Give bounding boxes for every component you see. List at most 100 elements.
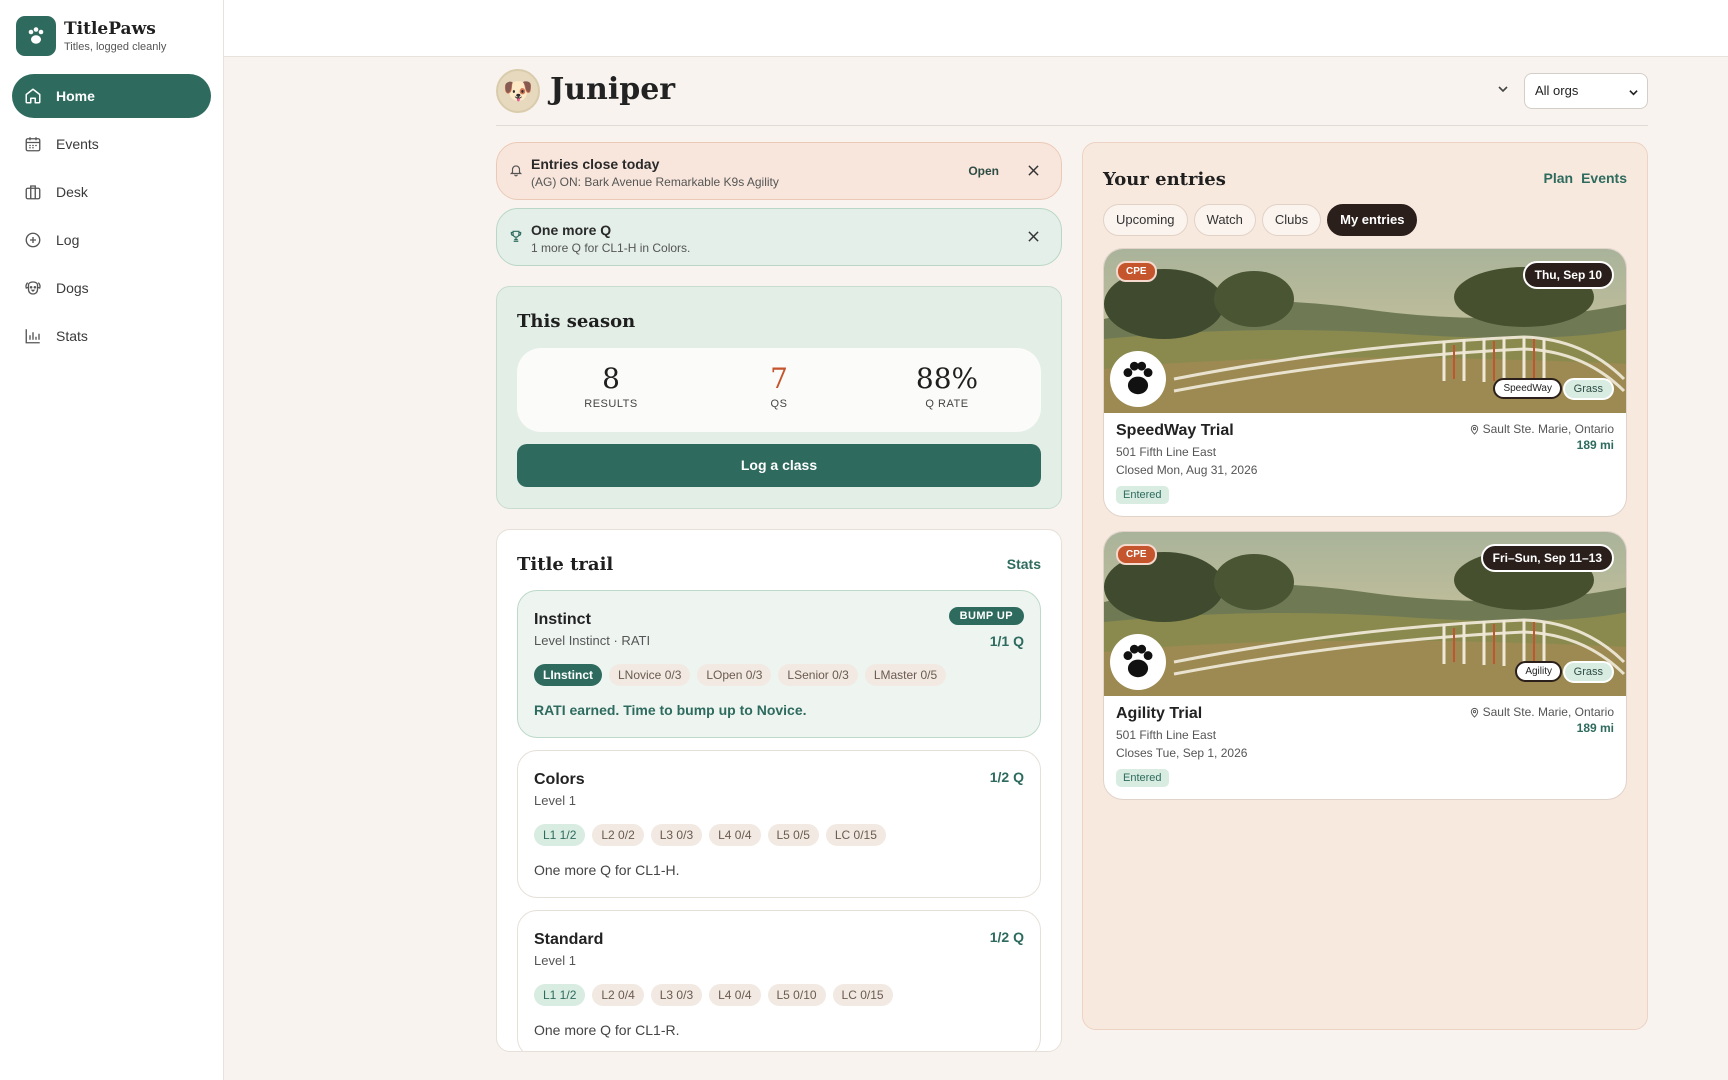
calendar-icon <box>25 137 41 152</box>
org-badge: CPE <box>1116 261 1157 282</box>
brand-name: TitlePaws <box>64 19 156 39</box>
page-title: Juniper <box>550 72 676 107</box>
close-icon[interactable] <box>1028 231 1039 242</box>
entry-closes: Closed Mon, Aug 31, 2026 <box>1116 463 1258 477</box>
bell-icon <box>509 165 523 177</box>
tab-my-entries[interactable]: My entries <box>1327 204 1418 236</box>
season-title: This season <box>517 311 636 332</box>
sidebar-item-events[interactable]: Events <box>12 122 211 166</box>
sidebar-item-dogs[interactable]: Dogs <box>12 266 211 310</box>
close-icon[interactable] <box>1028 165 1039 176</box>
entry-location: Sault Ste. Marie, Ontario <box>1469 705 1614 719</box>
entries-panel: Your entries Plan Events Upcoming Watch C… <box>1082 142 1648 1030</box>
level-chip[interactable]: L5 0/5 <box>767 824 819 846</box>
entry-distance: 189 mi <box>1576 721 1614 735</box>
entry-address: 501 Fifth Line East <box>1116 445 1217 459</box>
sidebar-item-label: Dogs <box>56 280 89 296</box>
alert-open-link[interactable]: Open <box>968 164 999 178</box>
briefcase-icon <box>25 185 41 200</box>
stat-qs: 7 QS <box>719 362 839 410</box>
title-item-standard[interactable]: Standard Level 1 1/2 Q L1 1/2 L2 0/4 L3 … <box>517 910 1041 1051</box>
level-chip[interactable]: L4 0/4 <box>709 984 761 1006</box>
brand[interactable]: TitlePaws Titles, logged cleanly <box>16 16 166 56</box>
level-chips: L1 1/2 L2 0/4 L3 0/3 L4 0/4 L5 0/10 LC 0… <box>534 984 893 1006</box>
org-select-value: All orgs <box>1535 83 1579 98</box>
level-chip[interactable]: LC 0/15 <box>825 824 886 846</box>
title-message: One more Q for CL1-H. <box>534 862 680 878</box>
entry-location: Sault Ste. Marie, Ontario <box>1469 422 1614 436</box>
alert-title: Entries close today <box>531 156 660 172</box>
org-badge: CPE <box>1116 544 1157 565</box>
org-select[interactable]: All orgs <box>1524 73 1648 109</box>
tab-upcoming[interactable]: Upcoming <box>1103 204 1188 236</box>
title-q-count: 1/2 Q <box>989 769 1024 785</box>
home-icon <box>25 88 41 104</box>
map-pin-icon <box>1470 424 1478 435</box>
date-badge: Thu, Sep 10 <box>1522 261 1614 289</box>
trail-title: Title trail <box>517 554 614 575</box>
level-chip[interactable]: LNovice 0/3 <box>609 664 691 686</box>
sidebar-item-home[interactable]: Home <box>12 74 211 118</box>
entry-card[interactable]: CPE Thu, Sep 10 SpeedWay Grass SpeedWay … <box>1103 248 1627 517</box>
tab-watch[interactable]: Watch <box>1193 204 1256 236</box>
stat-value: 8 <box>602 362 620 395</box>
sidebar-nav: Home Events Desk Log Dogs Stats <box>12 74 211 362</box>
level-chip[interactable]: LOpen 0/3 <box>697 664 772 686</box>
entry-closes: Closes Tue, Sep 1, 2026 <box>1116 746 1248 760</box>
tab-clubs[interactable]: Clubs <box>1261 204 1322 236</box>
alert-entries-close: Entries close today (AG) ON: Bark Avenue… <box>496 142 1062 200</box>
level-chip[interactable]: L5 0/10 <box>767 984 826 1006</box>
season-stats: 8 RESULTS 7 QS 88% Q RATE <box>517 348 1041 432</box>
dog-avatar[interactable]: 🐶 <box>496 69 540 113</box>
status-badge: Entered <box>1116 769 1169 787</box>
stat-results: 8 RESULTS <box>551 362 671 410</box>
sidebar-item-log[interactable]: Log <box>12 218 211 262</box>
sidebar-item-desk[interactable]: Desk <box>12 170 211 214</box>
alert-one-more-q: One more Q 1 more Q for CL1-H in Colors. <box>496 208 1062 266</box>
alert-title: One more Q <box>531 222 612 238</box>
level-chip[interactable]: L1 1/2 <box>534 824 586 846</box>
brand-tagline: Titles, logged cleanly <box>64 41 167 53</box>
level-chip[interactable]: L2 0/4 <box>592 984 644 1006</box>
title-item-colors[interactable]: Colors Level 1 1/2 Q L1 1/2 L2 0/2 L3 0/… <box>517 750 1041 898</box>
alert-subtitle: 1 more Q for CL1-H in Colors. <box>531 241 691 255</box>
sidebar-item-stats[interactable]: Stats <box>12 314 211 358</box>
sidebar-item-label: Events <box>56 136 99 152</box>
entry-address: 501 Fifth Line East <box>1116 728 1217 742</box>
events-link[interactable]: Events <box>1581 170 1627 186</box>
level-chip[interactable]: LInstinct <box>534 664 602 686</box>
level-chip[interactable]: L3 0/3 <box>650 984 703 1006</box>
season-card: This season 8 RESULTS 7 QS 88% Q RATE Lo… <box>496 286 1062 509</box>
plan-link[interactable]: Plan <box>1544 170 1574 186</box>
level-chip[interactable]: L4 0/4 <box>709 824 761 846</box>
level-chip[interactable]: LSenior 0/3 <box>778 664 858 686</box>
stat-label: RESULTS <box>584 398 638 410</box>
chevron-down-icon[interactable] <box>1496 82 1510 96</box>
location-text: Sault Ste. Marie, Ontario <box>1482 422 1614 436</box>
trophy-icon <box>510 230 522 242</box>
level-chip[interactable]: LC 0/15 <box>832 984 893 1006</box>
title-message: RATI earned. Time to bump up to Novice. <box>534 702 807 718</box>
entry-card[interactable]: CPE Fri–Sun, Sep 11–13 Agility Grass Agi… <box>1103 531 1627 800</box>
level-chip[interactable]: L1 1/2 <box>534 984 586 1006</box>
surface-badge: Grass <box>1562 378 1614 400</box>
title-item-instinct[interactable]: Instinct Level Instinct · RATI BUMP UP 1… <box>517 590 1041 738</box>
paw-icon <box>1110 634 1166 690</box>
level-chip[interactable]: L3 0/3 <box>650 824 703 846</box>
log-class-button[interactable]: Log a class <box>517 444 1041 487</box>
sidebar: TitlePaws Titles, logged cleanly Home Ev… <box>0 0 224 1080</box>
entries-links: Plan Events <box>1536 170 1628 186</box>
surface-badge: Grass <box>1562 661 1614 683</box>
top-bar <box>224 0 1728 57</box>
stat-label: QS <box>770 398 788 410</box>
sidebar-item-label: Stats <box>56 328 88 344</box>
sport-badge: Agility <box>1515 661 1562 682</box>
level-chip[interactable]: L2 0/2 <box>592 824 644 846</box>
trail-stats-link[interactable]: Stats <box>1007 556 1041 572</box>
paw-icon <box>1110 351 1166 407</box>
stat-q-rate: 88% Q RATE <box>887 362 1007 410</box>
entries-title: Your entries <box>1103 169 1226 190</box>
sidebar-item-label: Log <box>56 232 80 248</box>
sidebar-item-label: Home <box>56 88 95 104</box>
level-chip[interactable]: LMaster 0/5 <box>864 664 947 686</box>
